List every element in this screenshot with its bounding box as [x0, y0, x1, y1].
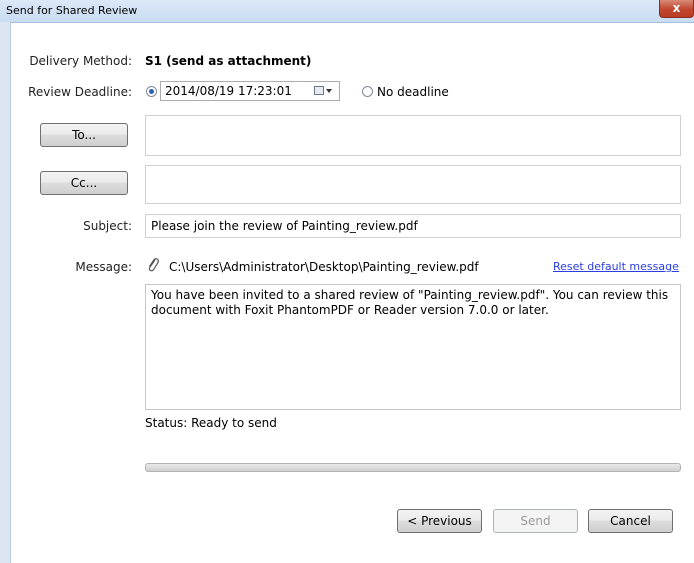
review-deadline-label: Review Deadline: — [28, 85, 132, 99]
window-title: Send for Shared Review — [6, 4, 138, 17]
title-bar: Send for Shared Review x — [0, 0, 694, 23]
status-text: Status: Ready to send — [145, 416, 277, 430]
no-deadline-label: No deadline — [377, 85, 449, 99]
attachment-path: C:\Users\Administrator\Desktop\Painting_… — [169, 260, 479, 274]
to-recipients-field[interactable] — [145, 115, 681, 156]
cc-button[interactable]: Cc... — [40, 171, 128, 195]
subject-label: Subject: — [83, 219, 132, 233]
close-button[interactable]: x — [659, 0, 694, 18]
close-icon: x — [672, 1, 681, 15]
message-body: You have been invited to a shared review… — [151, 288, 669, 317]
subject-value: Please join the review of Painting_revie… — [151, 219, 418, 233]
no-deadline-radio[interactable] — [362, 86, 373, 97]
delivery-method-label: Delivery Method: — [29, 54, 132, 68]
send-progress-bar — [145, 463, 681, 472]
subject-input[interactable]: Please join the review of Painting_revie… — [145, 214, 681, 238]
send-button[interactable]: Send — [493, 509, 578, 533]
chevron-down-icon[interactable] — [326, 89, 332, 93]
calendar-icon[interactable] — [314, 86, 324, 95]
deadline-datetime-picker[interactable]: 2014/08/19 17:23:01 — [160, 81, 340, 101]
deadline-datetime-value: 2014/08/19 17:23:01 — [165, 84, 292, 98]
deadline-date-radio[interactable] — [146, 86, 157, 97]
window-left-border — [0, 22, 11, 563]
cancel-button[interactable]: Cancel — [588, 509, 673, 533]
delivery-method-value: S1 (send as attachment) — [145, 54, 312, 68]
to-button[interactable]: To... — [40, 123, 128, 147]
reset-default-message-link[interactable]: Reset default message — [553, 260, 679, 273]
message-textarea[interactable]: You have been invited to a shared review… — [145, 284, 681, 410]
message-label: Message: — [75, 260, 132, 274]
previous-button[interactable]: < Previous — [397, 509, 482, 533]
cc-recipients-field[interactable] — [145, 165, 681, 204]
paperclip-icon — [148, 258, 159, 272]
